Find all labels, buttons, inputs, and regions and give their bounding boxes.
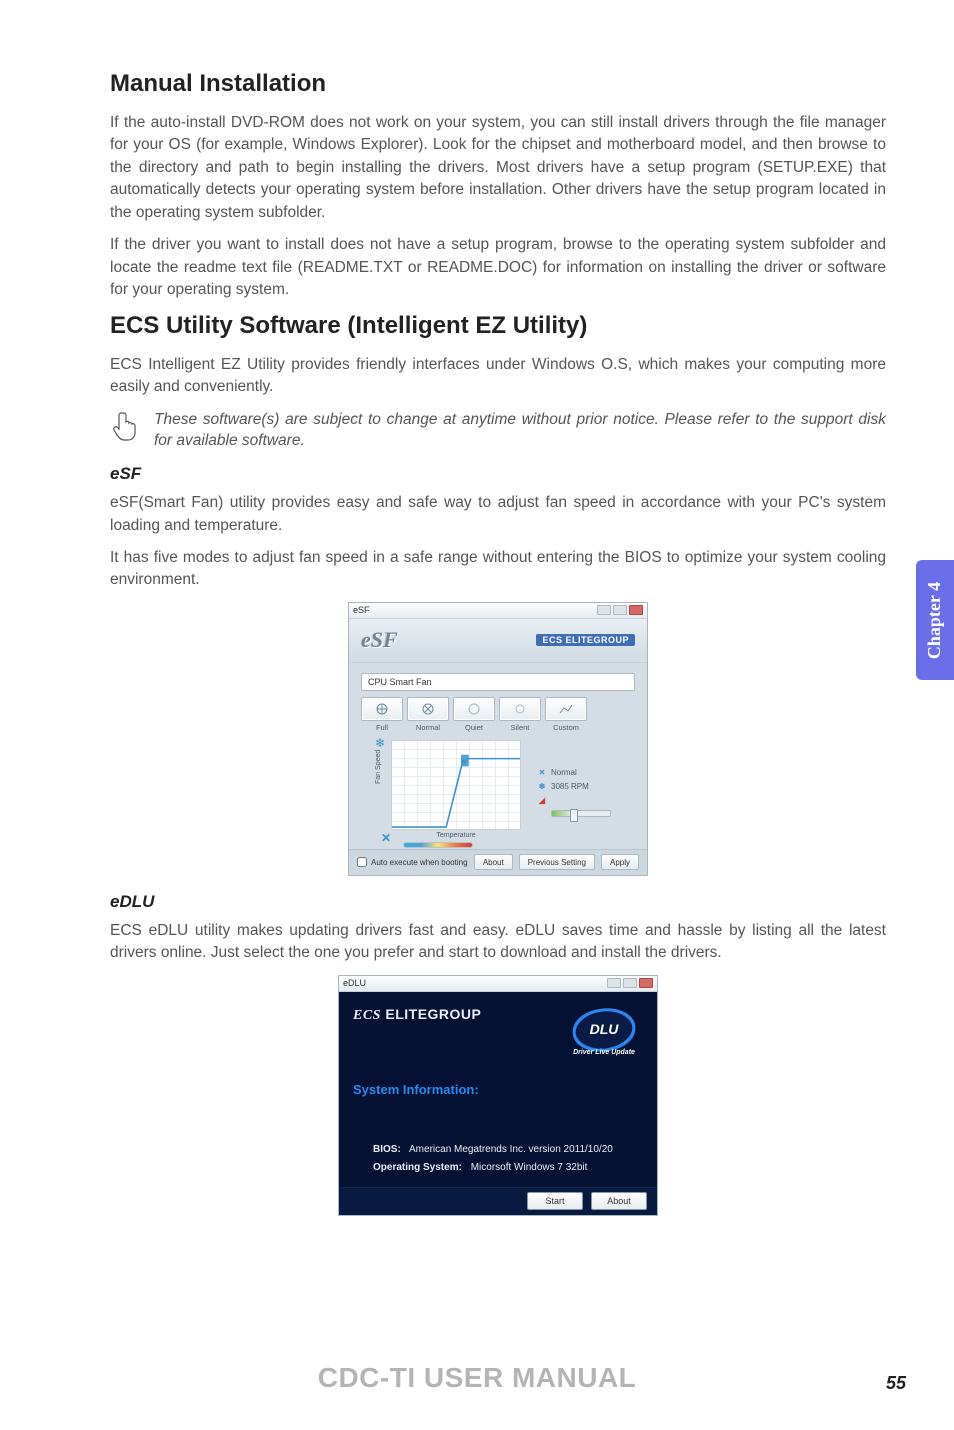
maximize-icon[interactable] [613, 605, 627, 615]
os-value: Micorsoft Windows 7 32bit [471, 1162, 588, 1173]
fan-icon [453, 697, 495, 721]
paragraph: It has five modes to adjust fan speed in… [110, 547, 886, 592]
mode-full[interactable]: Full [361, 697, 403, 732]
svg-text:DLU: DLU [590, 1021, 620, 1037]
note-callout: These software(s) are subject to change … [110, 409, 886, 452]
brand-text: ECS ECS ELITEGROUPELITEGROUP [353, 1006, 481, 1024]
page-number: 55 [886, 1373, 906, 1394]
close-icon[interactable] [639, 978, 653, 988]
start-button[interactable]: Start [527, 1192, 583, 1210]
heading-esf: eSF [110, 464, 886, 484]
window-titlebar: eSF [349, 603, 647, 619]
about-button[interactable]: About [474, 854, 513, 870]
hand-pointing-icon [110, 409, 144, 443]
window-title: eDLU [343, 978, 366, 988]
system-information-heading: System Information: [353, 1082, 643, 1097]
maximize-icon[interactable] [623, 978, 637, 988]
bios-info-row: BIOS: American Megatrends Inc. version 2… [373, 1141, 643, 1159]
edlu-window: eDLU ECS ECS ELITEGROUPELITEGROUP [338, 975, 658, 1216]
checkbox-label: Auto execute when booting [371, 858, 468, 867]
fan-selector-value: CPU Smart Fan [368, 677, 432, 687]
mode-normal[interactable]: Normal [407, 697, 449, 732]
legend-rpm-value: 3085 RPM [551, 782, 589, 791]
minimize-icon[interactable] [597, 605, 611, 615]
svg-text:Driver Live Update: Driver Live Update [573, 1049, 635, 1056]
previous-setting-button[interactable]: Previous Setting [519, 854, 595, 870]
edlu-screenshot: eDLU ECS ECS ELITEGROUPELITEGROUP [110, 975, 886, 1216]
heading-manual-installation: Manual Installation [110, 70, 886, 98]
paragraph: ECS Intelligent EZ Utility provides frie… [110, 354, 886, 399]
temperature-gradient [403, 842, 473, 848]
paragraph: If the auto-install DVD-ROM does not wor… [110, 112, 886, 224]
custom-icon [545, 697, 587, 721]
mode-custom[interactable]: Custom [545, 697, 587, 732]
pointer-icon: ◢ [537, 796, 547, 806]
fan-icon [407, 697, 449, 721]
minimize-icon[interactable] [607, 978, 621, 988]
fan-icon: ❄ [375, 736, 385, 750]
mode-label: Normal [407, 723, 449, 732]
auto-execute-checkbox[interactable]: Auto execute when booting [357, 857, 468, 867]
chart-legend: ✕ Normal ❄ 3085 RPM ◢ [537, 768, 611, 817]
chapter-tab: Chapter 4 [916, 560, 954, 680]
fan-icon [361, 697, 403, 721]
esf-window: eSF eSF ECS ELITEGROUP CPU Smart Fan [348, 602, 648, 876]
os-info-row: Operating System: Micorsoft Windows 7 32… [373, 1159, 643, 1177]
manual-title: CDC-TI USER MANUAL [0, 1362, 954, 1394]
fan-curve-chart [391, 740, 521, 830]
heading-edlu: eDLU [110, 892, 886, 912]
heading-ecs-utility: ECS Utility Software (Intelligent EZ Uti… [110, 312, 886, 340]
dlu-logo: DLU Driver Live Update [565, 1006, 643, 1062]
fan-mode-row: Full Normal Quiet Silent [361, 697, 635, 732]
paragraph: If the driver you want to install does n… [110, 234, 886, 301]
esf-logo: eSF [361, 627, 398, 653]
close-icon[interactable] [629, 605, 643, 615]
mode-label: Silent [499, 723, 541, 732]
snowflake-icon: ❄ [537, 782, 547, 792]
brand-badge: ECS ELITEGROUP [536, 634, 635, 646]
paragraph: eSF(Smart Fan) utility provides easy and… [110, 492, 886, 537]
legend-label: Normal [551, 768, 577, 777]
esf-screenshot: eSF eSF ECS ELITEGROUP CPU Smart Fan [110, 602, 886, 876]
bios-label: BIOS: [373, 1144, 401, 1155]
paragraph: ECS eDLU utility makes updating drivers … [110, 920, 886, 965]
mode-silent[interactable]: Silent [499, 697, 541, 732]
window-titlebar: eDLU [339, 976, 657, 992]
x-mark-icon: ✕ [381, 831, 391, 845]
chart-ylabel: Fan Speed [375, 750, 382, 784]
mode-label: Full [361, 723, 403, 732]
window-title: eSF [353, 605, 370, 615]
x-mark-icon: ✕ [537, 768, 547, 778]
fan-selector-dropdown[interactable]: CPU Smart Fan [361, 673, 635, 691]
note-text: These software(s) are subject to change … [154, 409, 886, 452]
fan-icon [499, 697, 541, 721]
mode-label: Custom [545, 723, 587, 732]
chapter-label: Chapter 4 [925, 581, 946, 658]
apply-button[interactable]: Apply [601, 854, 639, 870]
chart-xlabel: Temperature [391, 832, 521, 839]
about-button[interactable]: About [591, 1192, 647, 1210]
mode-quiet[interactable]: Quiet [453, 697, 495, 732]
os-label: Operating System: [373, 1162, 462, 1173]
bios-value: American Megatrends Inc. version 2011/10… [409, 1144, 613, 1155]
mode-label: Quiet [453, 723, 495, 732]
fan-speed-slider[interactable] [551, 810, 611, 817]
